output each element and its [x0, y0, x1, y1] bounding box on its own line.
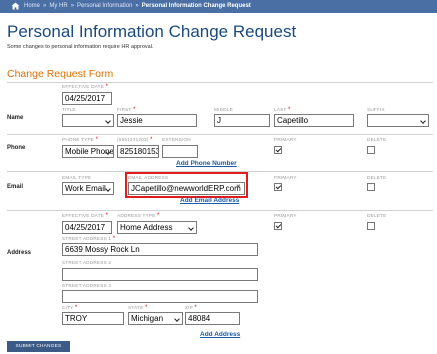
breadcrumb-separator: » [135, 3, 139, 9]
state-select[interactable]: Michigan [128, 312, 183, 325]
submit-changes-button[interactable]: SUBMIT CHANGES [7, 341, 70, 352]
divider [7, 82, 433, 83]
breadcrumb-current: Personal Information Change Request [141, 3, 251, 9]
section-title: Change Request Form [7, 68, 114, 80]
address-delete-label: DELETE [367, 213, 387, 218]
breadcrumb-my-hr[interactable]: My HR [49, 3, 67, 9]
email-type-label: EMAIL TYPE [62, 175, 92, 180]
address-primary-checkbox[interactable] [274, 222, 282, 230]
zip-input[interactable]: 48084 [185, 312, 240, 325]
extension-label: EXTENSION [162, 137, 191, 142]
phone-primary-label: PRIMARY [274, 137, 297, 142]
email-row-label: Email [7, 184, 24, 190]
city-label: CITY * [62, 305, 78, 311]
address-row-label: Address [7, 250, 32, 256]
phone-type-select[interactable]: Mobile Phone [62, 145, 114, 158]
name-row-label: Name [7, 115, 24, 121]
breadcrumb-personal-information[interactable]: Personal Information [77, 3, 132, 9]
phone-delete-checkbox[interactable] [367, 146, 375, 154]
phone-number-label: (5551231203) * [117, 137, 153, 143]
divider [7, 134, 433, 135]
street-address-3-input[interactable] [62, 290, 258, 303]
suffix-select[interactable] [367, 114, 429, 127]
clear-icon[interactable]: × [236, 182, 241, 191]
page-subtitle: Some changes to personal information req… [7, 44, 154, 50]
phone-delete-label: DELETE [367, 137, 387, 142]
add-email-address-link[interactable]: Add Email Address [180, 197, 239, 204]
address-effective-date-label: EFFECTIVE DATE * [62, 213, 109, 219]
page-title: Personal Information Change Request [7, 22, 297, 41]
email-address-label: EMAIL ADDRESS [128, 175, 169, 180]
middle-name-input[interactable]: J [214, 114, 270, 127]
email-primary-label: PRIMARY [274, 175, 297, 180]
divider [7, 210, 433, 211]
breadcrumb: Home» My HR» Personal Information» Personal… [24, 0, 251, 13]
last-name-label: LAST * [274, 107, 291, 113]
breadcrumb-separator: » [70, 3, 75, 9]
street-address-2-label: STREET ADDRESS 2 [62, 260, 112, 265]
name-effective-date-input[interactable]: 04/25/2017 [62, 92, 112, 105]
phone-number-input[interactable]: 8251801539 [117, 145, 159, 158]
middle-name-label: MIDDLE [214, 107, 233, 112]
street-address-2-input[interactable] [62, 268, 258, 281]
suffix-label: SUFFIX [367, 107, 385, 112]
address-type-select[interactable]: Home Address [117, 221, 197, 234]
first-name-input[interactable]: Jessie [117, 114, 197, 127]
breadcrumb-bar: Home» My HR» Personal Information» Personal… [0, 0, 437, 13]
first-name-label: FIRST * [117, 107, 136, 113]
street-address-3-label: STREET ADDRESS 3 [62, 283, 112, 288]
breadcrumb-separator: » [43, 3, 47, 9]
state-label: STATE * [128, 305, 148, 311]
phone-primary-checkbox[interactable] [274, 146, 282, 154]
city-input[interactable]: TROY [62, 312, 124, 325]
title-select[interactable] [62, 114, 114, 127]
add-address-link[interactable]: Add Address [200, 331, 240, 338]
last-name-input[interactable]: Capetillo [274, 114, 354, 127]
address-delete-checkbox[interactable] [367, 222, 375, 230]
zip-label: ZIP * [185, 305, 197, 311]
email-delete-checkbox[interactable] [367, 183, 375, 191]
street-address-1-input[interactable]: 6639 Mossy Rock Ln [62, 243, 258, 256]
street-address-1-label: STREET ADDRESS 1 * [62, 236, 116, 242]
address-primary-label: PRIMARY [274, 213, 297, 218]
address-type-label: ADDRESS TYPE * [117, 213, 160, 219]
email-type-select[interactable]: Work Email [62, 182, 114, 195]
email-address-input[interactable]: JCapetillo@newworldERP.com [128, 182, 245, 195]
extension-input[interactable] [162, 145, 198, 158]
title-label: TITLE [62, 107, 76, 112]
email-primary-checkbox[interactable] [274, 183, 282, 191]
breadcrumb-home[interactable]: Home [24, 3, 40, 9]
address-effective-date-input[interactable]: 04/25/2017 [62, 221, 112, 234]
name-effective-date-label: EFFECTIVE DATE * [62, 84, 109, 90]
phone-row-label: Phone [7, 145, 26, 151]
email-delete-label: DELETE [367, 175, 387, 180]
phone-type-label: PHONE TYPE * [62, 137, 99, 143]
home-icon[interactable] [11, 2, 20, 10]
add-phone-number-link[interactable]: Add Phone Number [176, 160, 237, 167]
